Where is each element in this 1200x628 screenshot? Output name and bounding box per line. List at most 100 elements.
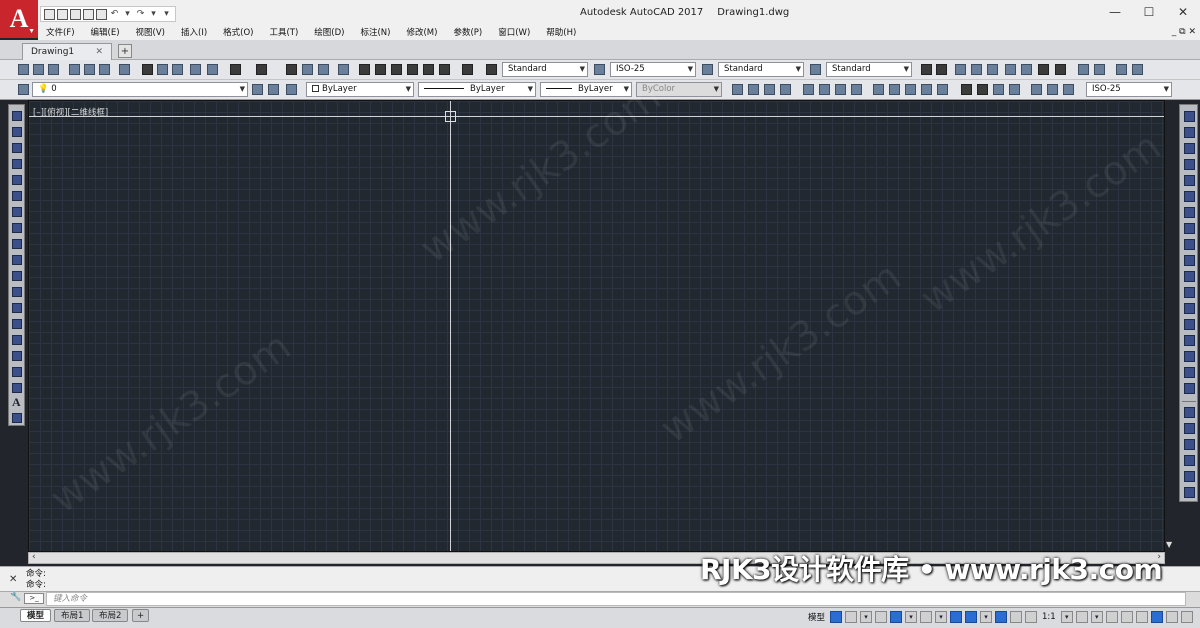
undo-icon[interactable]: ↶ (109, 9, 120, 19)
text-scale-icon[interactable] (1005, 64, 1016, 75)
multiline-text-tool[interactable]: A (12, 395, 21, 410)
scroll-left-icon[interactable]: ‹ (32, 552, 36, 562)
single-line-text-icon[interactable] (936, 64, 947, 75)
insert-block-icon[interactable] (12, 287, 22, 297)
3d-print-icon[interactable] (119, 64, 130, 75)
add-leader-icon[interactable] (1094, 64, 1105, 75)
color-select[interactable]: ByLayer ▼ (306, 82, 414, 97)
undo-icon[interactable] (230, 64, 241, 75)
multiline-text-icon[interactable] (921, 64, 932, 75)
dimension-style-select[interactable]: ISO-25 ▼ (610, 62, 696, 77)
new-tab-button[interactable]: + (118, 44, 132, 58)
maximize-button[interactable]: ☐ (1132, 0, 1166, 24)
scale-icon[interactable] (1184, 223, 1195, 234)
collect-leader-icon[interactable] (1132, 64, 1143, 75)
customize-statusbar-icon[interactable] (1180, 611, 1193, 623)
table-style-icon[interactable] (702, 64, 713, 75)
text-style-select[interactable]: Standard ▼ (502, 62, 588, 77)
table-icon[interactable] (12, 383, 22, 393)
chevron-down-icon[interactable]: ▾ (980, 611, 993, 623)
dimension-break-icon[interactable] (937, 84, 948, 95)
tool-palettes-icon[interactable] (391, 64, 402, 75)
circle-icon[interactable] (12, 207, 22, 217)
tab-layout2[interactable]: 布局2 (92, 609, 129, 622)
open-icon[interactable] (33, 64, 44, 75)
dimension-edit-icon[interactable] (1031, 84, 1042, 95)
model-space-button[interactable]: 模型 (806, 611, 827, 623)
hatch-to-back-icon[interactable] (1184, 487, 1195, 498)
tab-model[interactable]: 模型 (20, 609, 52, 622)
chevron-down-icon[interactable]: ▾ (860, 611, 873, 623)
align-leader-icon[interactable] (1116, 64, 1127, 75)
blend-curves-icon[interactable] (1184, 367, 1195, 378)
text-convert-icon[interactable] (1038, 64, 1049, 75)
tolerance-icon[interactable] (961, 84, 972, 95)
block-editor-icon[interactable] (207, 64, 218, 75)
dimension-space-icon[interactable] (921, 84, 932, 95)
quick-dimension-icon[interactable] (873, 84, 884, 95)
auto-scale-icon[interactable] (1010, 611, 1023, 623)
close-icon[interactable]: ✕ (9, 574, 17, 585)
spell-check-icon[interactable] (987, 64, 998, 75)
layer-select[interactable]: 💡 0 ▼ (32, 82, 248, 97)
extend-icon[interactable] (1184, 271, 1195, 282)
layer-properties-icon[interactable] (18, 84, 29, 95)
linear-dimension-icon[interactable] (732, 84, 743, 95)
line-icon[interactable] (12, 111, 22, 121)
redo-icon[interactable]: ↷ (135, 9, 146, 19)
object-snap-tracking-icon[interactable] (950, 611, 963, 623)
array-icon[interactable] (1184, 175, 1195, 186)
center-mark-icon[interactable] (977, 84, 988, 95)
point-icon[interactable] (12, 319, 22, 329)
dimension-update-icon[interactable] (1063, 84, 1074, 95)
jogged-dimension-icon[interactable] (819, 84, 830, 95)
chevron-down-icon[interactable]: ▾ (905, 611, 918, 623)
zoom-realtime-icon[interactable] (302, 64, 313, 75)
units-icon[interactable] (1120, 611, 1133, 623)
menu-parametric[interactable]: 参数(P) (445, 26, 490, 38)
erase-icon[interactable] (1184, 111, 1195, 122)
justify-text-icon[interactable] (1021, 64, 1032, 75)
break-at-point-icon[interactable] (1184, 287, 1195, 298)
properties-icon[interactable] (359, 64, 370, 75)
chevron-down-icon[interactable]: ▾ (122, 9, 133, 19)
break-icon[interactable] (1184, 303, 1195, 314)
chamfer-icon[interactable] (1184, 335, 1195, 346)
inspection-icon[interactable] (993, 84, 1004, 95)
chevron-down-icon[interactable]: ▾ (1060, 611, 1073, 623)
scroll-down-arrow[interactable]: ▼ (1166, 540, 1176, 552)
offset-icon[interactable] (1184, 159, 1195, 170)
arc-length-icon[interactable] (764, 84, 775, 95)
drawing-area[interactable]: [–][俯视][二维线框] (28, 100, 1165, 552)
application-menu-button[interactable]: A ▼ (0, 0, 38, 38)
quickcalc-icon[interactable] (439, 64, 450, 75)
snap-icon[interactable] (845, 611, 858, 623)
diameter-dimension-icon[interactable] (835, 84, 846, 95)
multileader-icon[interactable] (1078, 64, 1089, 75)
document-window-controls[interactable]: _ ⧉ ✕ (1172, 24, 1196, 40)
annotation-visibility-icon[interactable] (995, 611, 1008, 623)
radius-dimension-icon[interactable] (803, 84, 814, 95)
paste-icon[interactable] (172, 64, 183, 75)
clean-screen-icon[interactable] (1165, 611, 1178, 623)
chevron-down-icon[interactable]: ▾ (935, 611, 948, 623)
explode-icon[interactable] (1184, 383, 1195, 394)
isodraft-icon[interactable] (920, 611, 933, 623)
angular-dimension-icon[interactable] (851, 84, 862, 95)
arc-icon[interactable] (12, 191, 22, 201)
pan-icon[interactable] (286, 64, 297, 75)
add-layout-button[interactable]: + (132, 609, 150, 622)
publish-icon[interactable] (99, 64, 110, 75)
jogged-linear-icon[interactable] (1009, 84, 1020, 95)
continue-dimension-icon[interactable] (905, 84, 916, 95)
add-selected-icon[interactable] (12, 413, 22, 423)
command-input[interactable]: 键入命令 (46, 592, 1186, 606)
draw-order-back-icon[interactable] (1184, 423, 1195, 434)
bring-above-icon[interactable] (1184, 439, 1195, 450)
menu-insert[interactable]: 插入(I) (173, 26, 215, 38)
plot-icon[interactable] (96, 8, 107, 20)
fillet-icon[interactable] (1184, 351, 1195, 362)
text-to-front-icon[interactable] (1184, 471, 1195, 482)
open-file-icon[interactable] (57, 8, 68, 20)
aligned-dimension-icon[interactable] (748, 84, 759, 95)
